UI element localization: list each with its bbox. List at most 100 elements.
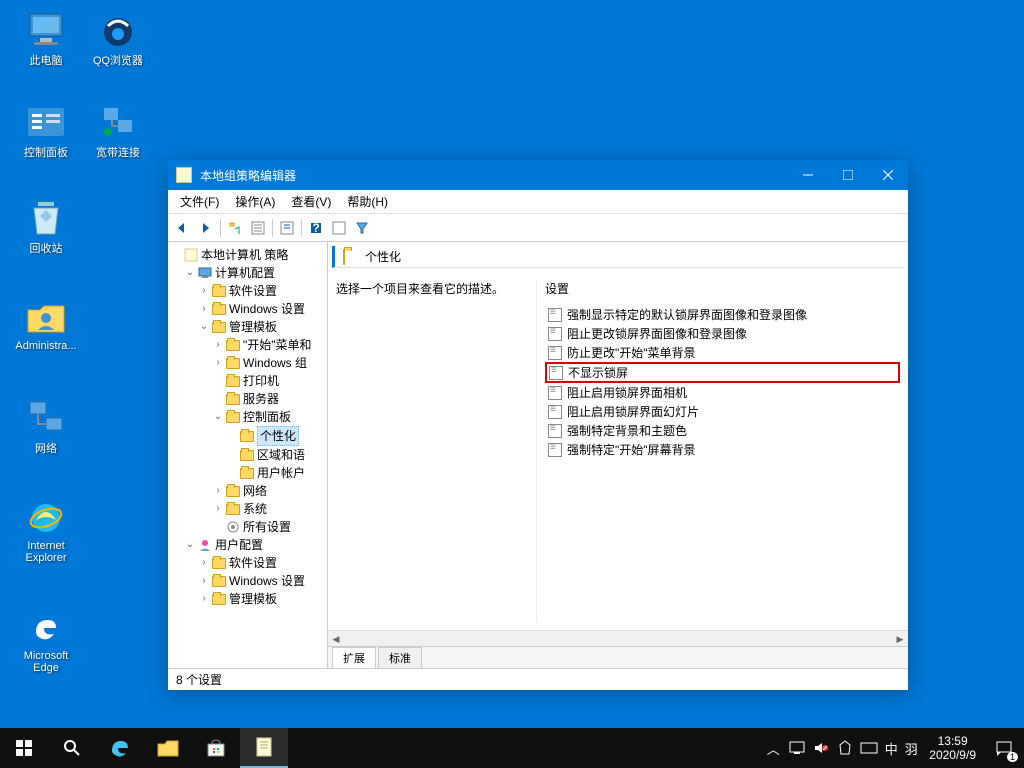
minimize-button[interactable]: [788, 160, 828, 190]
tray-time: 13:59: [938, 734, 968, 748]
policy-icon: [183, 248, 199, 262]
tree-item[interactable]: ›管理模板: [198, 590, 325, 608]
tree-item[interactable]: 所有设置: [212, 518, 325, 536]
setting-icon: [547, 345, 563, 361]
tree-root[interactable]: 本地计算机 策略: [170, 246, 325, 264]
tree-personalization[interactable]: 个性化: [226, 426, 325, 446]
tree-user-config[interactable]: ⌄用户配置: [184, 536, 325, 554]
search-button[interactable]: [48, 728, 96, 768]
setting-item[interactable]: 阻止更改锁屏界面图像和登录图像: [545, 324, 900, 343]
taskbar: ︿ 中 羽 13:59 2020/9/9 1: [0, 728, 1024, 768]
tray-ime-lang[interactable]: 中: [881, 728, 901, 768]
tab-standard[interactable]: 标准: [378, 647, 422, 668]
tree-item[interactable]: ›软件设置: [198, 554, 325, 572]
setting-item[interactable]: 防止更改"开始"菜单背景: [545, 343, 900, 362]
taskbar-explorer[interactable]: [144, 728, 192, 768]
tree-item[interactable]: ›"开始"菜单和: [212, 336, 325, 354]
setting-item[interactable]: 阻止启用锁屏界面幻灯片: [545, 402, 900, 421]
tree-admin-templates[interactable]: ⌄管理模板: [198, 318, 325, 336]
setting-item[interactable]: 强制特定"开始"屏幕背景: [545, 440, 900, 459]
setting-label: 阻止更改锁屏界面图像和登录图像: [567, 325, 747, 342]
up-button[interactable]: [224, 217, 246, 239]
forward-button[interactable]: [195, 217, 217, 239]
tree-item[interactable]: ›Windows 组: [212, 354, 325, 372]
taskbar-edge[interactable]: [96, 728, 144, 768]
gpedit-window: 本地组策略编辑器 文件(F) 操作(A) 查看(V) 帮助(H) ? 本地计算机…: [168, 160, 908, 690]
tree-item[interactable]: ›Windows 设置: [198, 300, 325, 318]
menu-action[interactable]: 操作(A): [227, 191, 283, 212]
settings-list[interactable]: 设置 强制显示特定的默认锁屏界面图像和登录图像阻止更改锁屏界面图像和登录图像防止…: [536, 280, 900, 622]
setting-label: 阻止启用锁屏界面幻灯片: [567, 403, 699, 420]
menu-view[interactable]: 查看(V): [283, 191, 339, 212]
tray-app-icon[interactable]: [833, 728, 857, 768]
tree-item[interactable]: ›Windows 设置: [198, 572, 325, 590]
recycle-icon: [26, 198, 66, 238]
desktop-icon-userfolder[interactable]: Administra...: [10, 298, 82, 352]
tree-item[interactable]: ›系统: [212, 500, 325, 518]
taskbar-store[interactable]: [192, 728, 240, 768]
description-text: 选择一个项目来查看它的描述。: [336, 280, 528, 297]
ie-icon: [26, 498, 66, 538]
folder-icon: [212, 322, 226, 333]
menu-help[interactable]: 帮助(H): [339, 191, 396, 212]
desktop-icon-label: 控制面板: [24, 144, 68, 160]
description-pane: 选择一个项目来查看它的描述。: [336, 280, 536, 622]
folder-icon: [240, 468, 254, 479]
maximize-button[interactable]: [828, 160, 868, 190]
folder-icon: [226, 504, 240, 515]
tree-item[interactable]: 用户帐户: [226, 464, 325, 482]
setting-item[interactable]: 阻止启用锁屏界面相机: [545, 383, 900, 402]
refresh-button[interactable]: [328, 217, 350, 239]
desktop-icon-recycle[interactable]: 回收站: [10, 198, 82, 256]
desktop-icon-pc[interactable]: 此电脑: [10, 10, 82, 68]
start-button[interactable]: [0, 728, 48, 768]
help-button[interactable]: ?: [305, 217, 327, 239]
desktop-icon-dialup[interactable]: 宽带连接: [82, 102, 154, 160]
tray-notifications[interactable]: 1: [984, 728, 1024, 768]
filter-button[interactable]: [351, 217, 373, 239]
tree-pane[interactable]: 本地计算机 策略 ⌄计算机配置 ›软件设置 ›Windows 设置 ⌄管理模板 …: [168, 242, 328, 668]
desktop-icon-qqbrowser[interactable]: QQ浏览器: [82, 10, 154, 68]
properties-button[interactable]: [247, 217, 269, 239]
export-button[interactable]: [276, 217, 298, 239]
desktop-icon-network[interactable]: 网络: [10, 398, 82, 456]
tray-keyboard-icon[interactable]: [857, 728, 881, 768]
folder-icon: [226, 340, 240, 351]
tab-extended[interactable]: 扩展: [332, 647, 376, 668]
desktop-icon-label: Microsoft Edge: [10, 650, 82, 674]
setting-icon: [547, 442, 563, 458]
tray-volume-icon[interactable]: [809, 728, 833, 768]
folder-icon: [212, 286, 226, 297]
desktop-icon-edge[interactable]: Microsoft Edge: [10, 608, 82, 674]
view-tabs: 扩展 标准: [328, 646, 908, 668]
tree-item[interactable]: 区域和语: [226, 446, 325, 464]
back-button[interactable]: [172, 217, 194, 239]
close-button[interactable]: [868, 160, 908, 190]
tray-clock[interactable]: 13:59 2020/9/9: [921, 734, 984, 762]
scroll-left-icon[interactable]: ◀: [328, 631, 344, 647]
horizontal-scrollbar[interactable]: ◀ ▶: [328, 630, 908, 646]
tray-ime-mode[interactable]: 羽: [901, 728, 921, 768]
tree-item[interactable]: 打印机: [212, 372, 325, 390]
tree-item[interactable]: 服务器: [212, 390, 325, 408]
setting-item[interactable]: 不显示锁屏: [545, 362, 900, 383]
tray-network-icon[interactable]: [785, 728, 809, 768]
setting-item[interactable]: 强制特定背景和主题色: [545, 421, 900, 440]
content-header: 个性化: [332, 246, 904, 268]
setting-item[interactable]: 强制显示特定的默认锁屏界面图像和登录图像: [545, 305, 900, 324]
desktop-icon-cpanel[interactable]: 控制面板: [10, 102, 82, 160]
svg-text:?: ?: [312, 221, 319, 235]
tree-item[interactable]: ›网络: [212, 482, 325, 500]
tree-cpanel[interactable]: ⌄控制面板: [212, 408, 325, 426]
titlebar[interactable]: 本地组策略编辑器: [168, 160, 908, 190]
pc-icon: [26, 10, 66, 50]
tree-item[interactable]: ›软件设置: [198, 282, 325, 300]
desktop-icon-ie[interactable]: Internet Explorer: [10, 498, 82, 564]
folder-icon: [240, 431, 254, 442]
tray-chevron-up-icon[interactable]: ︿: [761, 728, 785, 768]
tree-computer-config[interactable]: ⌄计算机配置: [184, 264, 325, 282]
taskbar-gpedit[interactable]: [240, 728, 288, 768]
menu-file[interactable]: 文件(F): [172, 191, 227, 212]
scroll-right-icon[interactable]: ▶: [892, 631, 908, 647]
toolbar: ?: [168, 214, 908, 242]
